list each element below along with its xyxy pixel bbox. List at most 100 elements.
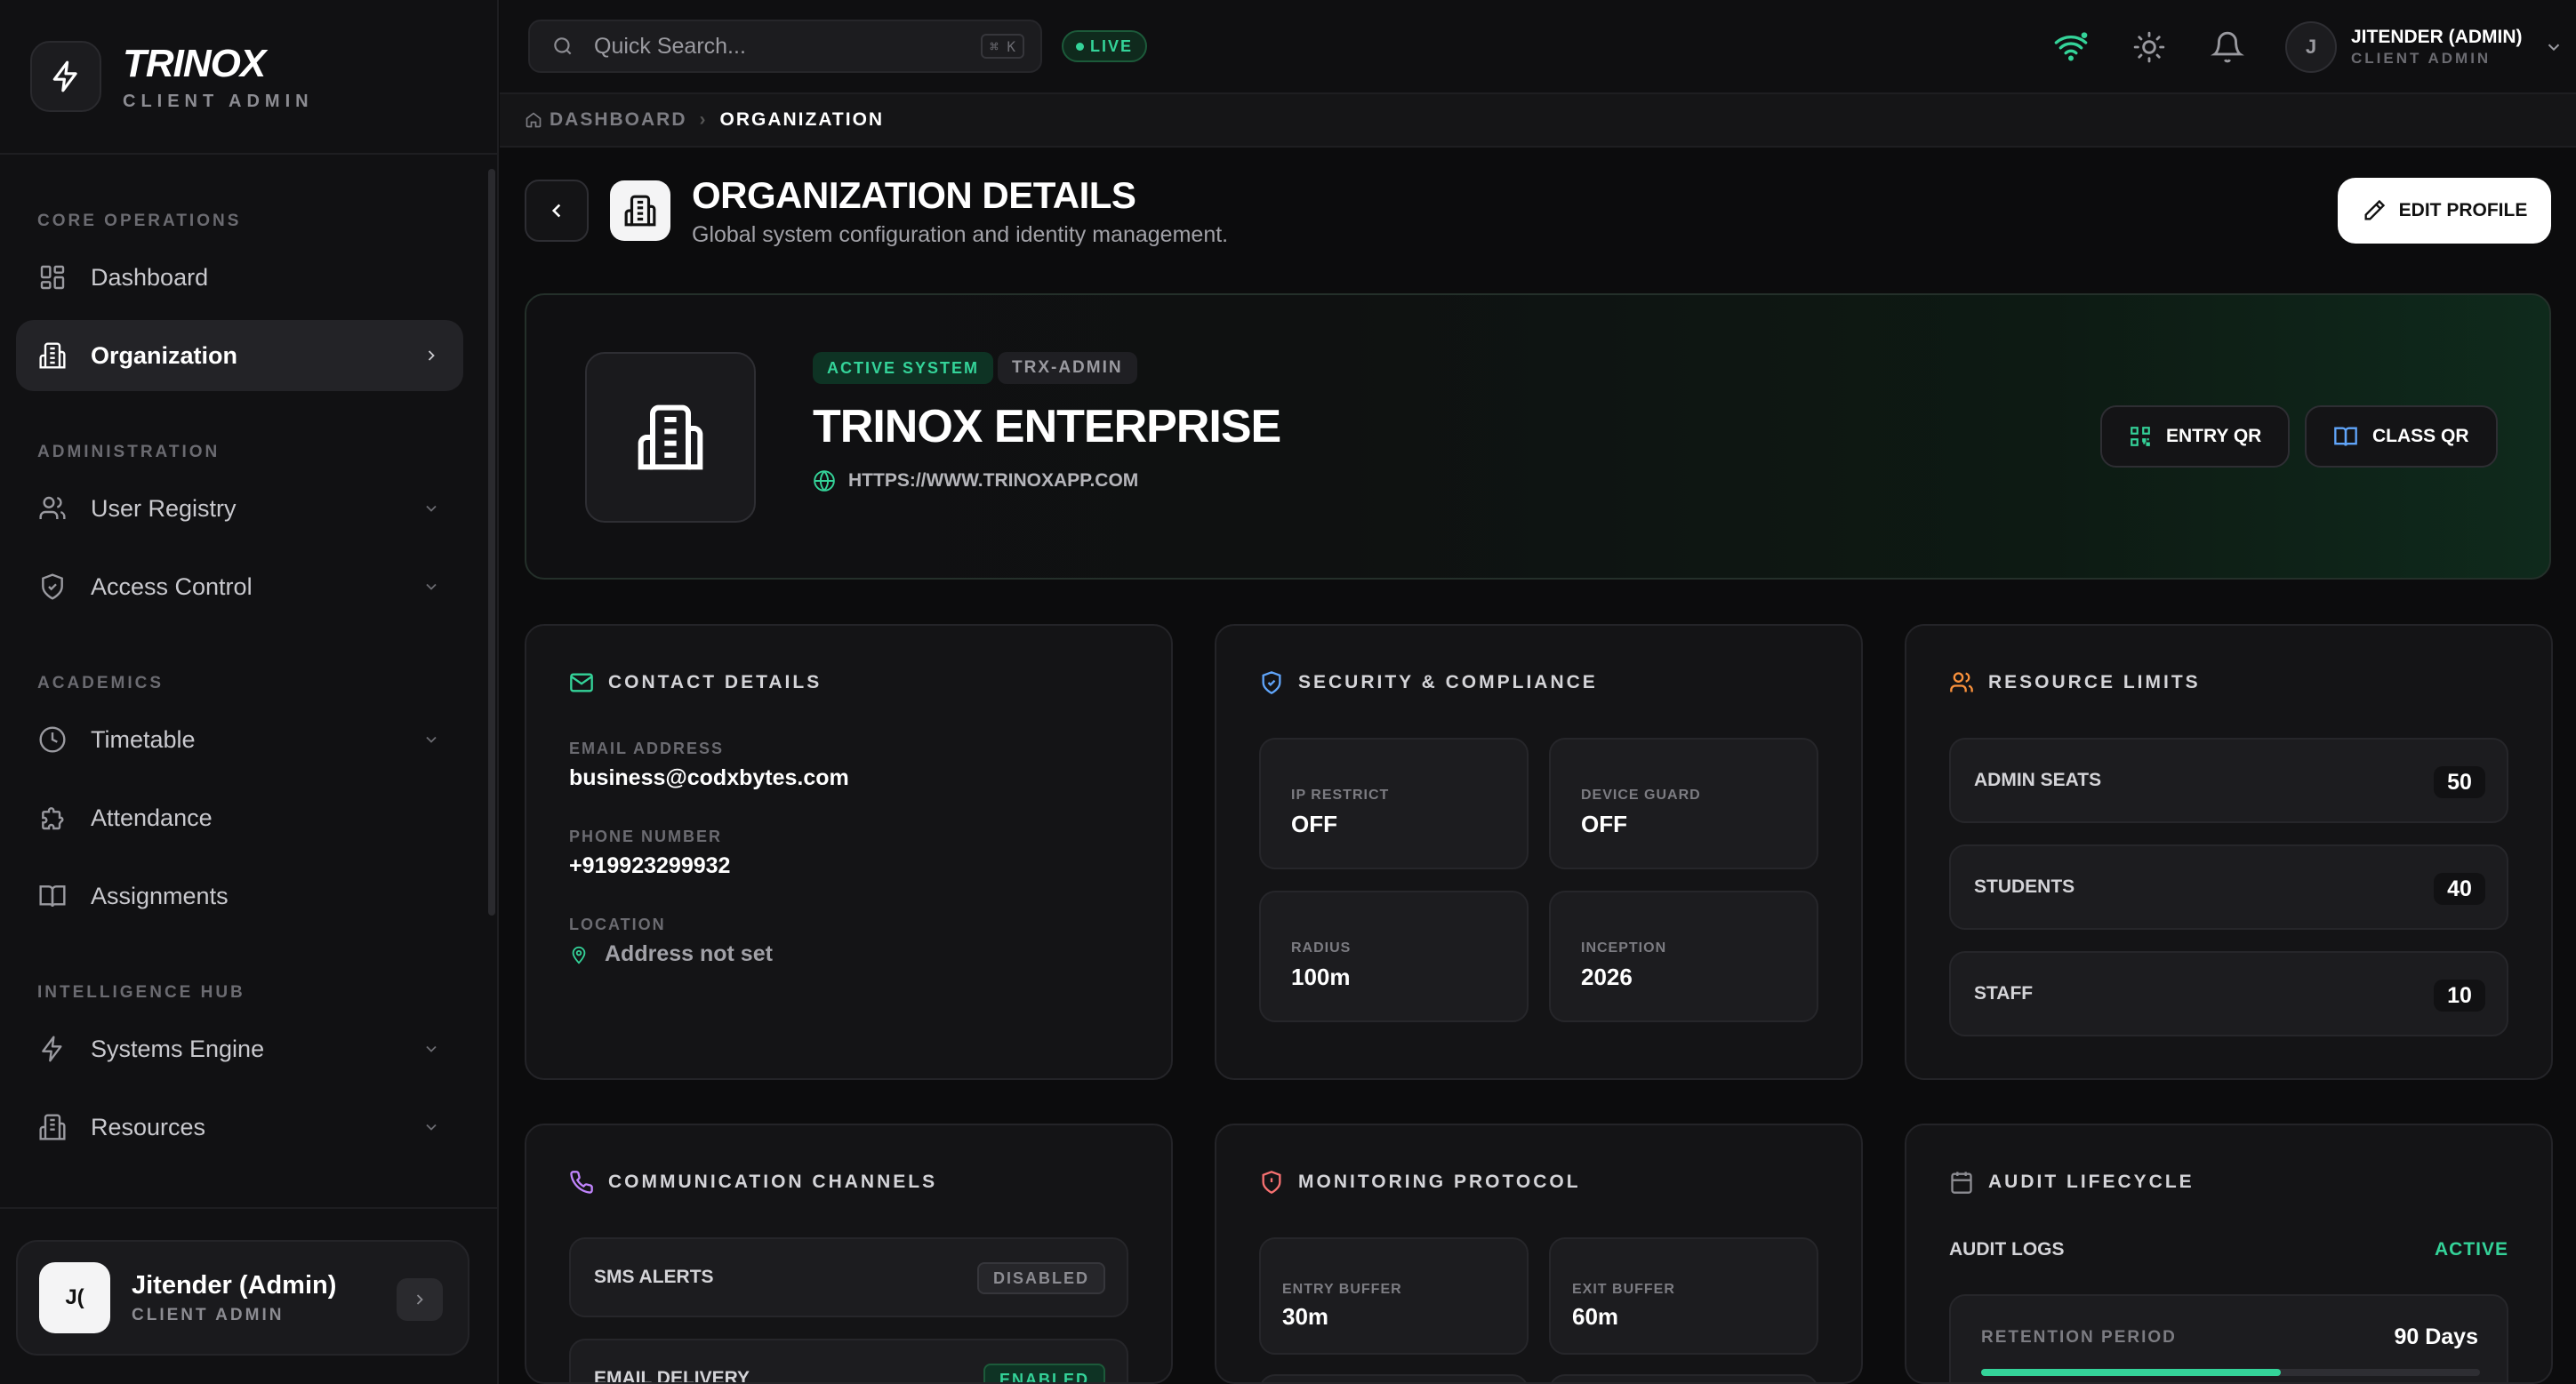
- mail-icon: [570, 673, 593, 692]
- security-compliance-card: SECURITY & COMPLIANCE IP RESTRICT OFF DE…: [1215, 624, 1863, 1080]
- row-label: ADMIN SEATS: [1974, 770, 2102, 790]
- inception-tile: INCEPTION 2026: [1549, 891, 1818, 1022]
- back-button[interactable]: [525, 180, 589, 242]
- user-menu[interactable]: J JITENDER (ADMIN) CLIENT ADMIN: [2285, 18, 2564, 76]
- brand: TRINOX CLIENT ADMIN: [0, 0, 497, 155]
- map-pin-icon: [572, 946, 586, 964]
- home-icon: [526, 112, 542, 128]
- phone-value: +919923299932: [569, 853, 731, 878]
- dashboard-icon: [37, 262, 68, 292]
- shield-icon: [37, 572, 68, 602]
- retention-progress-track: [1981, 1369, 2480, 1376]
- chevron-down-icon: [426, 583, 437, 590]
- chevron-down-icon: [426, 1124, 437, 1131]
- nav-section-title: ACADEMICS: [37, 674, 165, 692]
- user-role: CLIENT ADMIN: [132, 1305, 285, 1324]
- card-title: SECURITY & COMPLIANCE: [1259, 670, 1598, 695]
- phone-field: PHONE NUMBER +919923299932: [569, 828, 730, 879]
- sidebar-item-systems-engine[interactable]: Systems Engine: [16, 1013, 463, 1084]
- edit-profile-button[interactable]: EDIT PROFILE: [2338, 178, 2551, 244]
- entry-qr-button[interactable]: ENTRY QR: [2100, 405, 2291, 468]
- organization-name: TRINOX ENTERPRISE: [813, 401, 1281, 452]
- tile-label: IP RESTRICT: [1291, 788, 1390, 803]
- chevron-down-icon: [426, 1045, 437, 1052]
- retention-value: 90 Days: [2394, 1324, 2478, 1349]
- staff-row: STAFF 10: [1949, 951, 2508, 1036]
- sidebar-item-timetable[interactable]: Timetable: [16, 704, 463, 775]
- app-root: TRINOX CLIENT ADMIN CORE OPERATIONS Dash…: [0, 0, 2576, 1384]
- sidebar-item-user-registry[interactable]: User Registry: [16, 473, 463, 544]
- bolt-icon: [37, 1034, 68, 1064]
- audit-logs-label: AUDIT LOGS: [1949, 1239, 2065, 1260]
- search-input[interactable]: Quick Search... ⌘ K: [528, 20, 1042, 73]
- nav-section-title: INTELLIGENCE HUB: [37, 983, 245, 1002]
- chevron-down-icon: [426, 736, 437, 743]
- field-label: EMAIL ADDRESS: [569, 740, 725, 757]
- monitoring-tile: [1259, 1374, 1529, 1382]
- resource-limits-card: RESOURCE LIMITS ADMIN SEATS 50 STUDENTS …: [1905, 624, 2553, 1080]
- tile-value: OFF: [1291, 811, 1337, 837]
- building-icon: [37, 1112, 68, 1142]
- notifications-button[interactable]: [2203, 23, 2251, 71]
- building-icon: [37, 340, 68, 371]
- user-name: Jitender (Admin): [132, 1270, 337, 1300]
- sms-alerts-row: SMS ALERTS DISABLED: [569, 1237, 1128, 1317]
- theme-toggle-button[interactable]: [2125, 23, 2173, 71]
- organization-url[interactable]: HTTPS://WWW.TRINOXAPP.COM: [813, 469, 1138, 492]
- class-qr-button[interactable]: CLASS QR: [2305, 405, 2498, 468]
- sidebar-item-access-control[interactable]: Access Control: [16, 551, 463, 622]
- breadcrumb-home-label: DASHBOARD: [550, 109, 687, 130]
- calendar-icon: [1951, 1172, 1972, 1194]
- chevron-down-icon: [2548, 44, 2559, 52]
- users-icon: [37, 493, 68, 524]
- breadcrumb: DASHBOARD › ORGANIZATION: [500, 94, 2576, 148]
- sidebar-item-resources[interactable]: Resources: [16, 1092, 463, 1163]
- tile-label: DEVICE GUARD: [1581, 788, 1701, 803]
- monitoring-tile: [1549, 1374, 1818, 1382]
- bell-icon: [2211, 31, 2244, 63]
- admin-seats-row: ADMIN SEATS 50: [1949, 738, 2508, 823]
- exit-buffer-tile: EXIT BUFFER 60m: [1549, 1237, 1818, 1355]
- nav-section-title: CORE OPERATIONS: [37, 212, 242, 230]
- sidebar-user-card[interactable]: J( Jitender (Admin) CLIENT ADMIN: [16, 1240, 469, 1356]
- sidebar-scrollbar[interactable]: [488, 169, 495, 916]
- sidebar-item-organization[interactable]: Organization: [16, 320, 463, 391]
- search-icon: [554, 37, 572, 55]
- sidebar-item-assignments[interactable]: Assignments: [16, 860, 463, 932]
- chevron-right-icon: [428, 350, 435, 361]
- entry-qr-label: ENTRY QR: [2166, 426, 2262, 446]
- sidebar-item-label: Resources: [91, 1113, 206, 1140]
- pencil-icon: [2364, 199, 2385, 220]
- entry-buffer-tile: ENTRY BUFFER 30m: [1259, 1237, 1529, 1355]
- sidebar-item-dashboard[interactable]: Dashboard: [16, 242, 463, 313]
- sidebar-nav: CORE OPERATIONS Dashboard Organization A…: [0, 156, 499, 1207]
- sidebar-item-label: Dashboard: [91, 263, 209, 291]
- monitoring-protocol-card: MONITORING PROTOCOL ENTRY BUFFER 30m EXI…: [1215, 1124, 1863, 1384]
- retention-panel: RETENTION PERIOD 90 Days: [1949, 1294, 2508, 1382]
- communication-channels-card: COMMUNICATION CHANNELS SMS ALERTS DISABL…: [525, 1124, 1173, 1384]
- user-menu-button[interactable]: [397, 1278, 443, 1321]
- audit-logs-status: ACTIVE: [2434, 1239, 2508, 1260]
- field-label: PHONE NUMBER: [569, 828, 723, 845]
- book-icon: [2334, 427, 2357, 446]
- globe-icon: [814, 470, 835, 492]
- tile-label: INCEPTION: [1581, 940, 1667, 956]
- status-badge: DISABLED: [976, 1262, 1105, 1294]
- status-badge: ENABLED: [983, 1364, 1105, 1382]
- audit-lifecycle-card: AUDIT LIFECYCLE AUDIT LOGS ACTIVE RETENT…: [1905, 1124, 2553, 1384]
- email-delivery-row: EMAIL DELIVERY ENABLED: [569, 1339, 1128, 1382]
- breadcrumb-home-link[interactable]: DASHBOARD: [525, 109, 687, 131]
- user-name: JITENDER (ADMIN): [2351, 27, 2523, 47]
- brand-name: TRINOX: [123, 41, 266, 85]
- email-value: business@codxbytes.com: [569, 765, 849, 790]
- chevron-down-icon: [426, 505, 437, 512]
- sidebar-item-attendance[interactable]: Attendance: [16, 782, 463, 853]
- sidebar-item-label: Assignments: [91, 882, 229, 909]
- users-icon: [1950, 672, 1973, 692]
- card-title: COMMUNICATION CHANNELS: [569, 1170, 937, 1195]
- wifi-status-button[interactable]: [2047, 23, 2095, 71]
- search-shortcut: ⌘ K: [981, 34, 1024, 59]
- location-value: Address not set: [569, 941, 773, 967]
- tile-label: RADIUS: [1291, 940, 1352, 956]
- sidebar-item-label: User Registry: [91, 494, 237, 522]
